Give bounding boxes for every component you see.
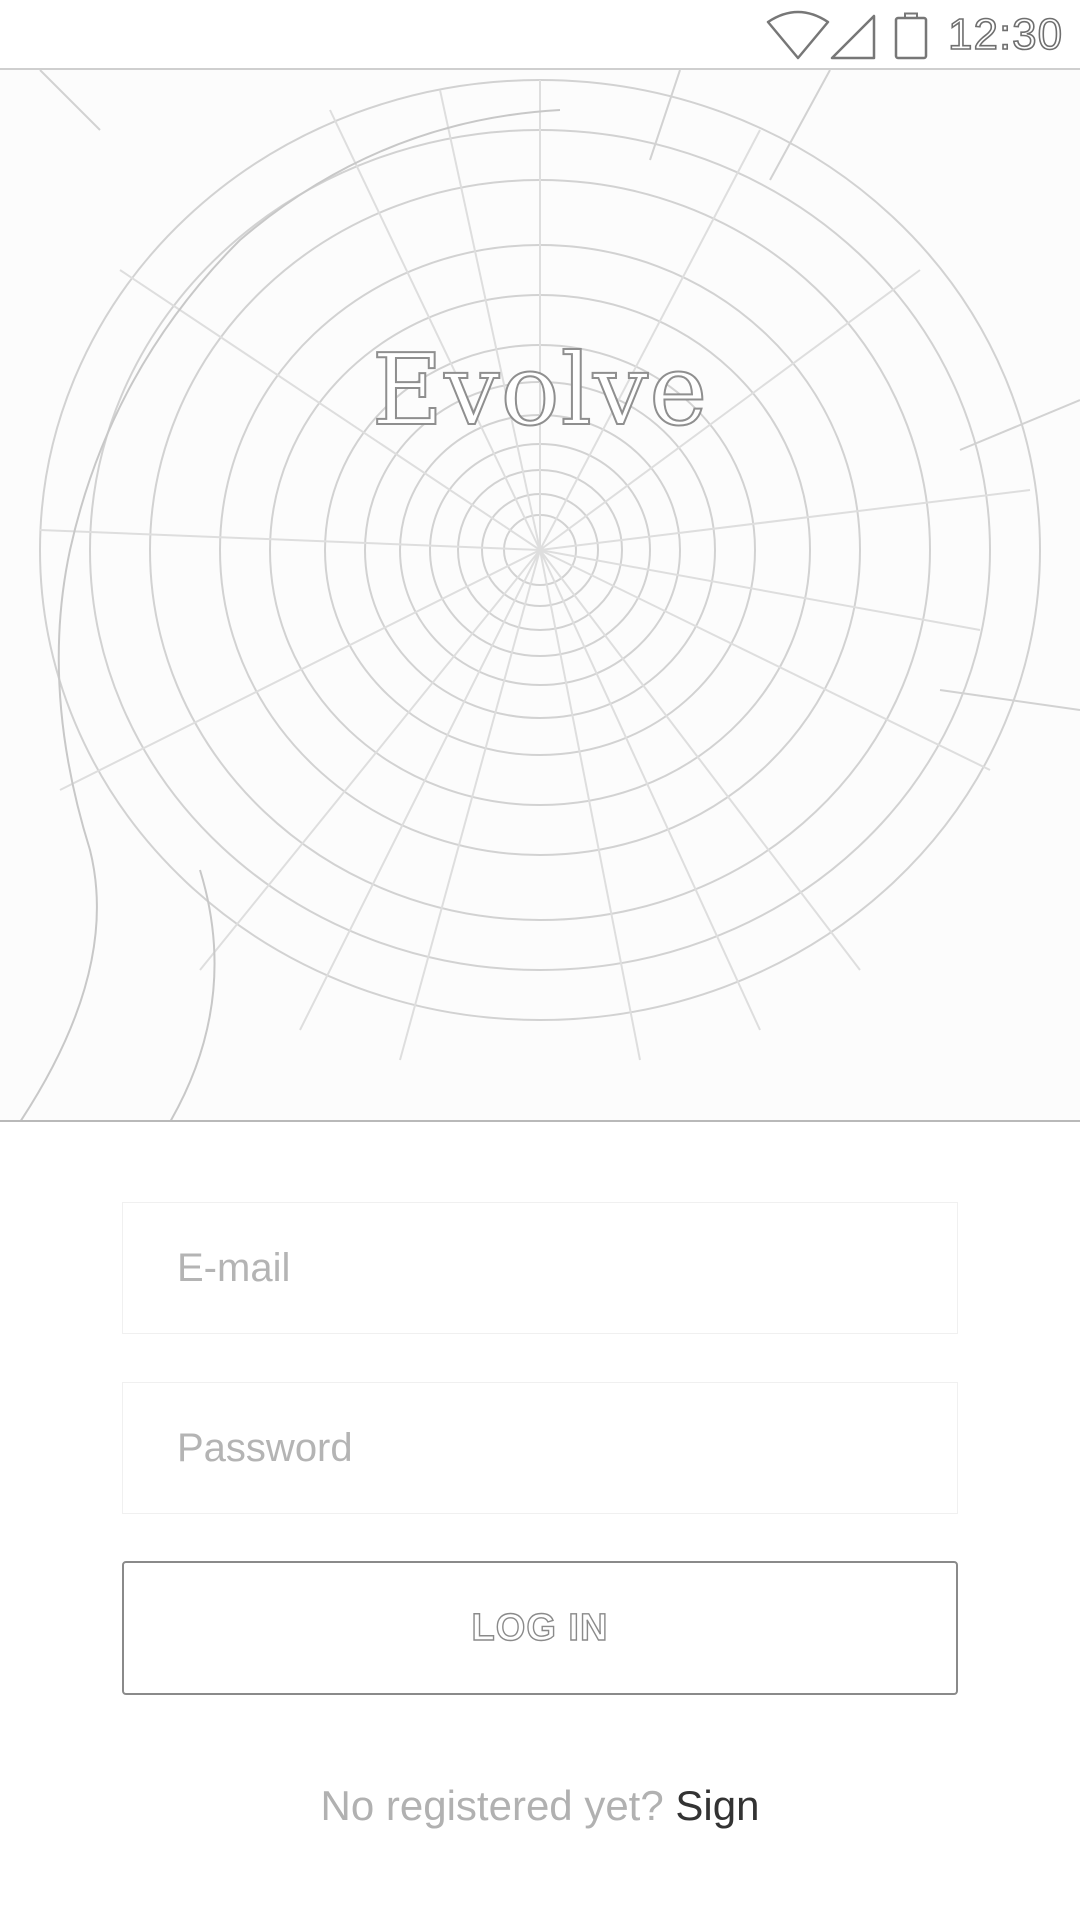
signup-prompt: No registered yet? [320,1782,676,1829]
hero-image: Evolve [0,70,1080,1122]
app-title: Evolve [371,333,709,449]
battery-icon [894,12,928,60]
status-bar: 12:30 [0,0,1080,70]
spiral-staircase-image [20,70,1080,1120]
password-input[interactable] [123,1383,957,1513]
wifi-icon [766,10,830,60]
email-input[interactable] [123,1203,957,1333]
login-button[interactable]: LOG IN [122,1561,958,1695]
cellular-signal-icon [830,14,876,60]
status-time: 12:30 [947,10,1064,59]
sign-up-link[interactable]: Sign [675,1782,759,1829]
login-button-label: LOG IN [471,1606,609,1649]
signup-row: No registered yet? Sign [0,1782,1080,1830]
email-field[interactable] [122,1202,958,1334]
password-field[interactable] [122,1382,958,1514]
